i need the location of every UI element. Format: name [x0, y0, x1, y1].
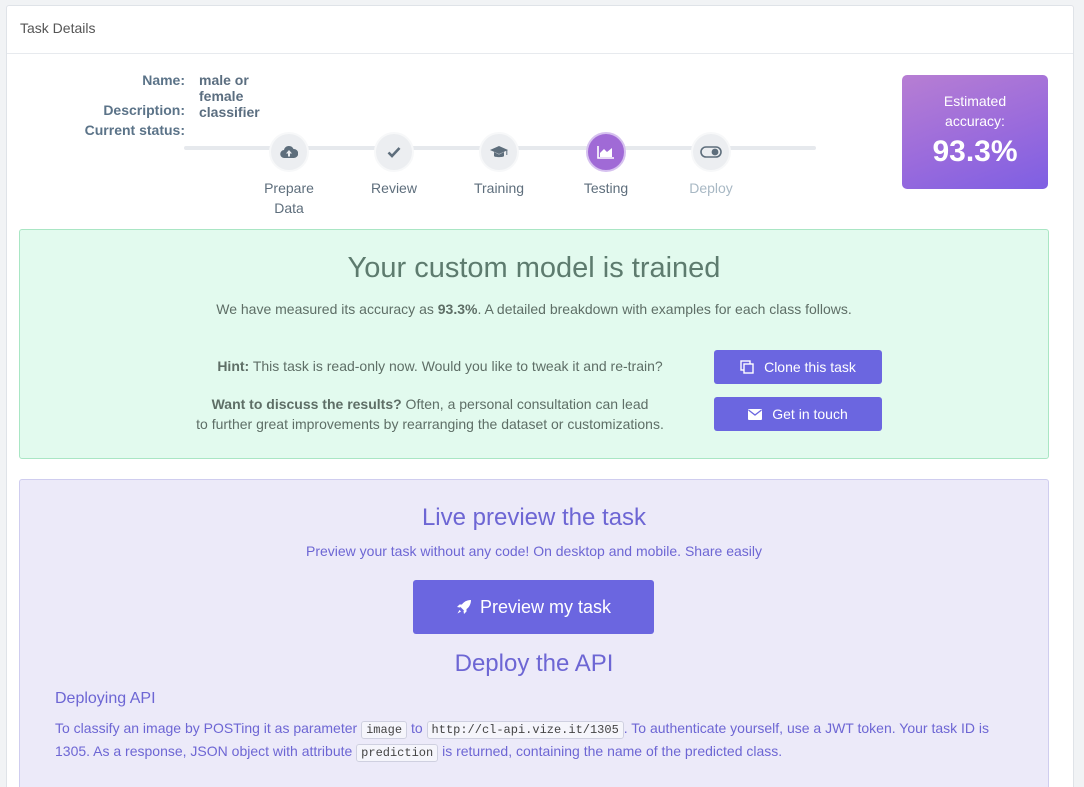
training-complete-alert: Your custom model is trained We have mea… [19, 229, 1049, 459]
step-training: Training [454, 132, 544, 198]
hint-text: Hint: This task is read-only now. Would … [140, 356, 740, 376]
discuss-text: Want to discuss the results? Often, a pe… [140, 394, 720, 434]
deploy-text-4: is returned, containing the name of the … [438, 743, 783, 759]
discuss-body-1: Often, a personal consultation can lead [401, 396, 649, 412]
deploy-text-1: To classify an image by POSTing it as pa… [55, 720, 362, 736]
success-subtitle-text: We have measured its accuracy as [216, 301, 438, 317]
step-label: Deploy [689, 180, 733, 196]
copy-icon [740, 360, 754, 374]
deploy-description: To classify an image by POSTing it as pa… [55, 718, 1025, 764]
deploy-title: Deploy the API [454, 650, 614, 677]
step-label: Training [473, 180, 525, 196]
task-name-value: male or female classifier [199, 72, 260, 120]
graduation-cap-icon [479, 132, 519, 172]
success-accuracy-value: 93.3% [437, 301, 478, 317]
api-url-code: http://cl-api.vize.it/1305 [426, 721, 624, 739]
deploy-text-2: to [407, 720, 427, 736]
step-review: Review [349, 132, 439, 198]
accuracy-label: Estimated accuracy: [943, 93, 1007, 129]
preview-my-task-button[interactable]: Preview my task [413, 580, 654, 634]
panel-title: Task Details [7, 6, 1073, 54]
accuracy-card: Estimated accuracy: 93.3% [902, 75, 1048, 189]
step-testing: Testing [561, 132, 651, 198]
clone-task-label: Clone this task [764, 359, 856, 375]
discuss-body-2: to further great improvements by rearran… [196, 416, 664, 432]
check-icon [374, 132, 414, 172]
success-subtitle: We have measured its accuracy as 93.3%. … [20, 301, 1048, 317]
step-label: Review [371, 180, 417, 196]
hint-bold: Hint: [217, 358, 250, 374]
cloud-upload-icon [269, 132, 309, 172]
description-label: Description: [103, 102, 185, 118]
preview-my-task-label: Preview my task [479, 596, 612, 617]
get-in-touch-label: Get in touch [772, 406, 848, 422]
step-label: Prepare Data [264, 180, 314, 216]
accuracy-value: 93.3% [932, 135, 1018, 168]
toggle-icon [691, 132, 731, 172]
step-deploy: Deploy [666, 132, 756, 198]
clone-task-button[interactable]: Clone this task [714, 350, 882, 384]
hint-body: This task is read-only now. Would you li… [249, 358, 663, 374]
prediction-code: prediction [356, 744, 439, 762]
preview-title: Live preview the task [421, 504, 647, 531]
param-code: image [361, 721, 408, 739]
area-chart-icon [586, 132, 626, 172]
rocket-icon [456, 600, 471, 614]
success-title: Your custom model is trained [347, 252, 721, 284]
preview-subtitle: Preview your task without any code! On d… [305, 543, 763, 559]
success-subtitle-text-end: . A detailed breakdown with examples for… [477, 301, 852, 317]
deploy-subtitle: Deploying API [55, 690, 156, 707]
get-in-touch-button[interactable]: Get in touch [714, 397, 882, 431]
step-label: Testing [583, 180, 629, 196]
envelope-icon [748, 408, 763, 420]
discuss-bold: Want to discuss the results? [211, 396, 402, 412]
preview-deploy-panel: Live preview the task Preview your task … [19, 479, 1049, 787]
name-label: Name: [142, 72, 185, 88]
step-prepare-data: Prepare Data [244, 132, 334, 218]
status-label: Current status: [84, 122, 185, 138]
